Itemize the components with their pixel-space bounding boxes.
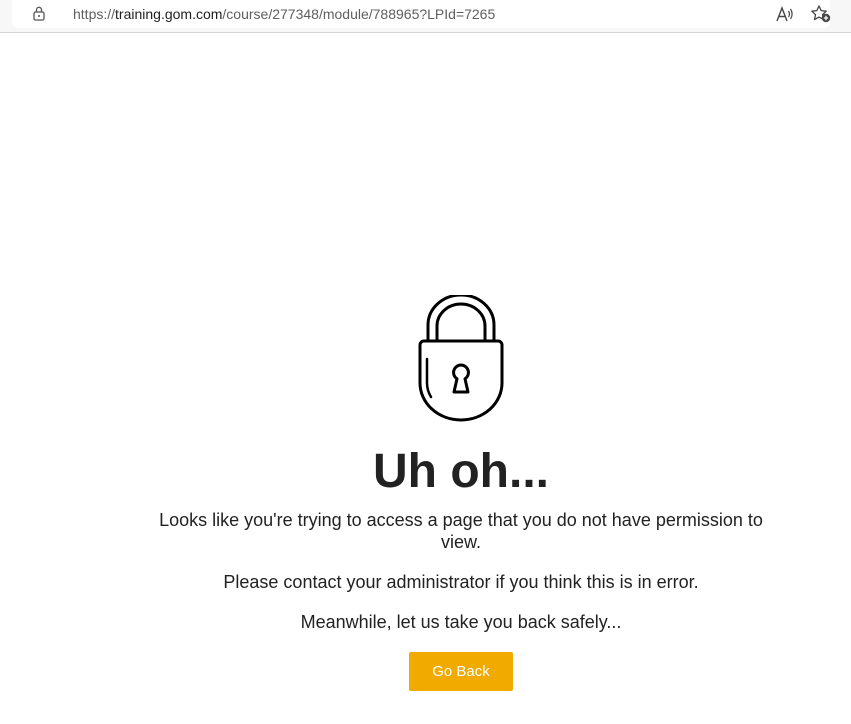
page-title: Uh oh... [373,445,549,498]
url-domain: training.gom.com [115,6,223,22]
go-back-button[interactable]: Go Back [409,652,513,691]
go-back-message: Meanwhile, let us take you back safely..… [300,612,622,632]
add-favorite-icon[interactable] [810,4,832,24]
url-text[interactable]: https://training.gom.com/course/277348/m… [73,5,495,23]
url-prefix: https:// [73,6,116,22]
url-path: /course/277348/module/788965?LPId=7265 [222,6,496,22]
lock-icon[interactable] [31,5,47,21]
address-bar[interactable]: https://training.gom.com/course/277348/m… [12,0,832,28]
read-aloud-icon[interactable] [775,4,795,24]
browser-toolbar: https://training.gom.com/course/277348/m… [0,0,851,33]
access-denied-page: Uh oh... Looks like you're trying to acc… [0,33,851,724]
padlock-icon [418,295,504,422]
contact-admin-message: Please contact your administrator if you… [223,572,699,592]
permission-message: Looks like you're trying to access a pag… [159,510,763,552]
